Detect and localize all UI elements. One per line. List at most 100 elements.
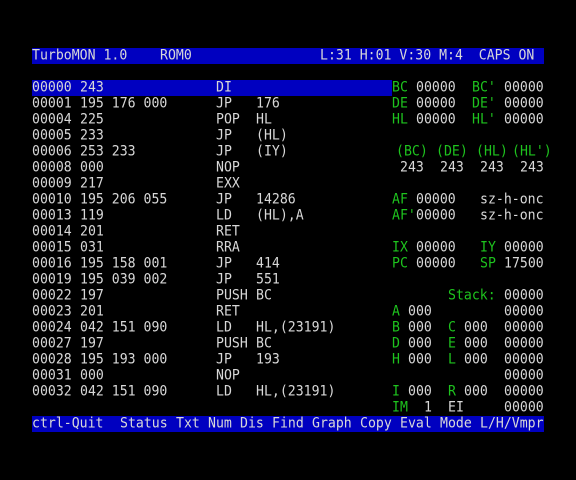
disasm-address: 00005 xyxy=(32,128,72,144)
menu-quit[interactable]: ctrl-Quit xyxy=(32,416,103,433)
disasm-bytes: 195 193 000 xyxy=(80,352,168,368)
reg-hl-alt-label: HL' xyxy=(472,112,496,128)
disasm-operand: HL,(23191) xyxy=(256,320,336,336)
disasm-mnemonic: JP xyxy=(216,272,232,288)
disasm-bytes: 253 233 xyxy=(80,144,136,160)
menu-item-status[interactable]: Status xyxy=(120,416,168,433)
reg-pc-value: 00000 xyxy=(416,256,456,272)
disasm-mnemonic: RRA xyxy=(216,240,240,256)
menu-item-copy[interactable]: Copy xyxy=(360,416,392,433)
disasm-bytes: 233 xyxy=(80,128,104,144)
disasm-mnemonic: LD xyxy=(216,320,232,336)
reg-de-label: DE xyxy=(392,96,408,112)
menu-item-txt[interactable]: Txt xyxy=(176,416,200,433)
reg-de-value: 00000 xyxy=(416,96,456,112)
disasm-operand: 551 xyxy=(256,272,280,288)
reg-c-label: C xyxy=(448,320,456,336)
rom-indicator: ROM0 xyxy=(160,48,192,64)
disasm-mnemonic: NOP xyxy=(216,368,240,384)
reg-pc-label: PC xyxy=(392,256,408,272)
disasm-address: 00022 xyxy=(32,288,72,304)
reg-af-label: AF xyxy=(392,192,408,208)
disasm-mnemonic: JP xyxy=(216,256,232,272)
reg-im-label: IM xyxy=(392,400,408,416)
reg-l-label: L xyxy=(448,352,456,368)
disasm-address: 00010 xyxy=(32,192,72,208)
disasm-operand: BC xyxy=(256,288,272,304)
disasm-bytes: 042 151 090 xyxy=(80,384,168,400)
stack-entry: 00000 xyxy=(504,400,544,416)
reg-af-alt-value: 00000 xyxy=(416,208,456,224)
reg-bc-alt-value: 00000 xyxy=(504,80,544,96)
reg-h-label: H xyxy=(392,352,400,368)
disasm-bytes: 197 xyxy=(80,336,104,352)
reg-af-value: 00000 xyxy=(416,192,456,208)
disasm-bytes: 225 xyxy=(80,112,104,128)
disasm-address: 00028 xyxy=(32,352,72,368)
disasm-mnemonic: JP xyxy=(216,96,232,112)
indirect-hl-value: 243 xyxy=(480,160,504,176)
disasm-address: 00009 xyxy=(32,176,72,192)
menu-item-num[interactable]: Num xyxy=(208,416,232,433)
reg-de-alt-label: DE' xyxy=(472,96,496,112)
menu-item-mode[interactable]: Mode xyxy=(440,416,472,433)
indirect-de-label: (DE) xyxy=(436,144,468,160)
disasm-address: 00015 xyxy=(32,240,72,256)
reg-hl-alt-value: 00000 xyxy=(504,112,544,128)
disasm-address: 00013 xyxy=(32,208,72,224)
reg-bc-alt-label: BC' xyxy=(472,80,496,96)
disasm-mnemonic: POP xyxy=(216,112,240,128)
reg-im-value: 1 xyxy=(424,400,432,416)
reg-c-value: 000 xyxy=(464,320,488,336)
reg-hl-value: 00000 xyxy=(416,112,456,128)
disasm-mnemonic: JP xyxy=(216,144,232,160)
disasm-bytes: 031 xyxy=(80,240,104,256)
stack-entry: 00000 xyxy=(504,352,544,368)
disasm-operand: (IY) xyxy=(256,144,288,160)
menu-item-dis[interactable]: Dis xyxy=(240,416,264,433)
disasm-bytes: 201 xyxy=(80,224,104,240)
disasm-address: 00019 xyxy=(32,272,72,288)
disasm-address: 00014 xyxy=(32,224,72,240)
reg-bc-label: BC xyxy=(392,80,408,96)
stack-entry: 00000 xyxy=(504,368,544,384)
stack-entry: 00000 xyxy=(504,320,544,336)
disasm-bytes: 119 xyxy=(80,208,104,224)
menu-item-graph[interactable]: Graph xyxy=(312,416,352,433)
reg-af-flags: sz-h-onc xyxy=(480,192,544,208)
reg-r-label: R xyxy=(448,384,456,400)
disasm-mnemonic: EXX xyxy=(216,176,240,192)
reg-ix-label: IX xyxy=(392,240,408,256)
reg-a-value: 000 xyxy=(408,304,432,320)
menu-item-find[interactable]: Find xyxy=(272,416,304,433)
disasm-bytes: 000 xyxy=(80,368,104,384)
reg-bc-value: 00000 xyxy=(416,80,456,96)
disasm-operand: 414 xyxy=(256,256,280,272)
disasm-operand: (HL) xyxy=(256,128,288,144)
disasm-mnemonic: PUSH xyxy=(216,288,248,304)
reg-e-label: E xyxy=(448,336,456,352)
app-title: TurboMON 1.0 xyxy=(32,48,128,64)
disasm-bytes: 195 158 001 xyxy=(80,256,168,272)
reg-de-alt-value: 00000 xyxy=(504,96,544,112)
disasm-address: 00016 xyxy=(32,256,72,272)
disasm-operand: 176 xyxy=(256,96,280,112)
disasm-address: 00027 xyxy=(32,336,72,352)
menu-item-l-h-vmpr[interactable]: L/H/Vmpr xyxy=(480,416,544,433)
stack-entry: 00000 xyxy=(504,288,544,304)
reg-af-alt-flags: sz-h-onc xyxy=(480,208,544,224)
disasm-operand: 193 xyxy=(256,352,280,368)
reg-af-alt-label: AF' xyxy=(392,208,416,224)
reg-ix-value: 00000 xyxy=(416,240,456,256)
menu-item-eval[interactable]: Eval xyxy=(400,416,432,433)
disasm-address: 00032 xyxy=(32,384,72,400)
disasm-operand: BC xyxy=(256,336,272,352)
indirect-bc-label: (BC) xyxy=(396,144,428,160)
reg-iy-label: IY xyxy=(480,240,496,256)
disasm-bytes: 195 176 000 xyxy=(80,96,168,112)
disasm-address: 00024 xyxy=(32,320,72,336)
reg-sp-label: SP xyxy=(480,256,496,272)
disasm-mnemonic: RET xyxy=(216,304,240,320)
stack-label: Stack: xyxy=(448,288,496,304)
indirect-hl-label: (HL) xyxy=(476,144,508,160)
